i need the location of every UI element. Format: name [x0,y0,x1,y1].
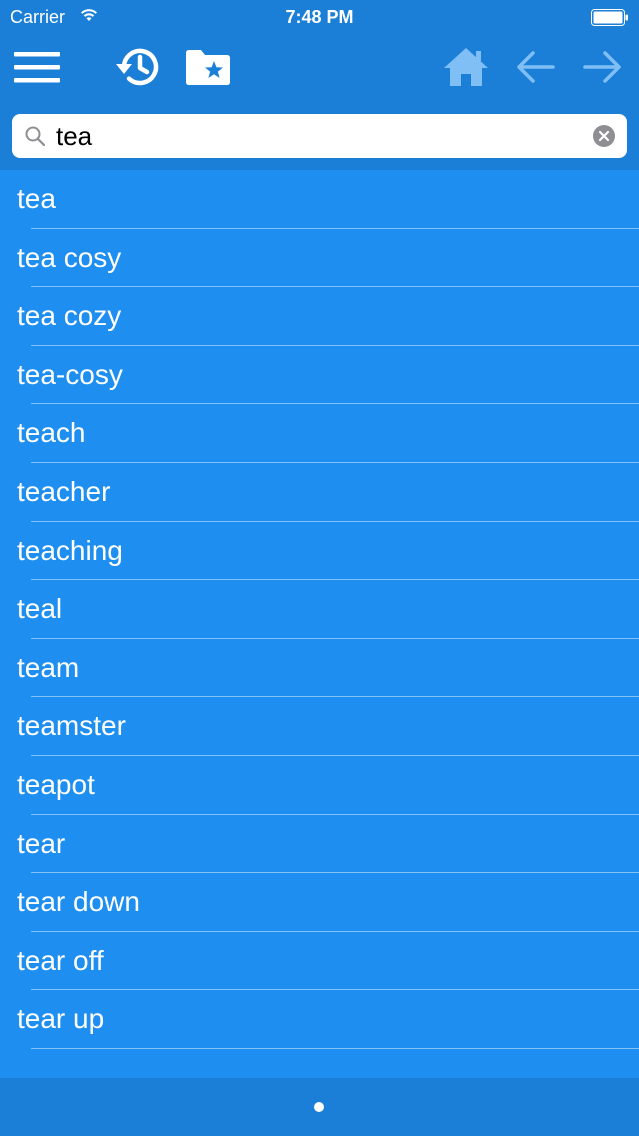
bottom-bar [0,1078,639,1136]
menu-button[interactable] [12,46,62,88]
history-button[interactable] [110,42,166,92]
list-item[interactable]: teal [0,580,639,639]
list-item[interactable]: tear [0,815,639,874]
history-icon [116,48,159,86]
back-button[interactable] [508,42,562,92]
list-item[interactable]: tea [0,170,639,229]
search-input[interactable] [56,118,576,154]
status-bar: Carrier 7:48 PM [0,0,639,34]
search-box[interactable] [12,114,627,158]
back-arrow-icon [517,51,555,83]
home-icon [444,48,488,86]
page-indicator-dot [314,1102,324,1112]
list-item[interactable]: tea cosy [0,229,639,288]
home-button[interactable] [438,42,494,92]
forward-arrow-icon [583,51,621,83]
clock: 7:48 PM [285,7,354,27]
search-icon [25,126,46,147]
list-item[interactable]: tear up [0,990,639,1049]
favorites-button[interactable] [180,42,236,92]
list-item[interactable]: teacher [0,463,639,522]
favorites-folder-icon [186,50,230,85]
list-item[interactable]: teach [0,404,639,463]
list-item[interactable]: team [0,639,639,698]
list-item[interactable]: tear off [0,932,639,991]
menu-icon [14,52,60,83]
search-area [0,104,639,170]
list-item[interactable]: tear down [0,873,639,932]
list-item[interactable]: teaching [0,522,639,581]
list-item[interactable]: tea-cosy [0,346,639,405]
list-item[interactable]: teapot [0,756,639,815]
forward-button[interactable] [576,42,630,92]
toolbar [0,34,639,104]
clear-icon[interactable] [593,125,615,147]
list-item[interactable]: tea cozy [0,287,639,346]
word-list: tea tea cosy tea cozy tea-cosy teach tea… [0,170,639,1049]
battery-icon [591,9,628,26]
list-item[interactable]: teamster [0,697,639,756]
